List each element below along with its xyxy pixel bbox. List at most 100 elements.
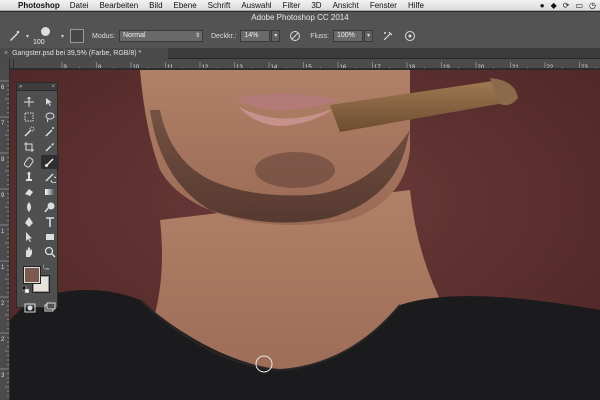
app-menu[interactable]: Photoshop [18, 1, 60, 10]
options-bar: Adobe Photoshop CC 2014 ▾ 100 ▾ Modus: N… [0, 12, 600, 48]
window-title: Adobe Photoshop CC 2014 [251, 13, 349, 22]
horizontal-ruler-ticks: 9 8 10 11 12 13 14 15 16 17 18 19 20 21 22 23 [61, 62, 598, 69]
brush-panel-toggle-icon[interactable] [70, 29, 85, 43]
vertical-ruler[interactable]: 6 7 8 9 1 1 2 2 3 [0, 59, 10, 400]
ruler-label: 12 [202, 65, 209, 69]
ruler-label: 13 [236, 65, 243, 69]
marquee-tool-icon[interactable] [20, 110, 38, 124]
airbrush-icon[interactable] [381, 29, 395, 43]
menu-bearbeiten[interactable]: Bearbeiten [99, 1, 138, 10]
flow-label: Fluss: [310, 32, 329, 40]
zoom-tool-icon[interactable] [41, 245, 59, 259]
menu-ebene[interactable]: Ebene [174, 1, 197, 10]
menu-fenster[interactable]: Fenster [370, 1, 397, 10]
display-icon[interactable]: ▭ [575, 1, 583, 10]
opacity-field[interactable]: 14% [240, 30, 271, 42]
chevron-down-icon[interactable]: ▾ [26, 33, 29, 40]
eyedropper-icon[interactable] [41, 140, 59, 154]
default-colors-icon[interactable] [22, 286, 29, 293]
dodge-tool-icon[interactable] [41, 200, 59, 214]
ruler-label: 1 [1, 265, 5, 271]
menu-auswahl[interactable]: Auswahl [241, 1, 271, 10]
ruler-label: 1 [1, 229, 5, 235]
menu-datei[interactable]: Datei [70, 1, 89, 10]
ruler-label: 7 [1, 121, 5, 127]
ruler-label: 14 [271, 65, 278, 69]
pressure-size-icon[interactable] [403, 29, 417, 43]
ruler-label: 20 [478, 65, 485, 69]
menu-hilfe[interactable]: Hilfe [408, 1, 424, 10]
horizontal-ruler[interactable]: 9 8 10 11 12 13 14 15 16 17 18 19 20 21 22 23 [14, 59, 600, 69]
dropbox-icon[interactable]: ◆ [551, 1, 557, 10]
magic-wand-icon[interactable] [41, 125, 59, 139]
pen-tool-icon[interactable] [20, 215, 38, 229]
eraser-icon[interactable] [20, 185, 38, 199]
document-tab[interactable]: × Gangster.psd bei 39,5% (Farbe, RGB/8) * [0, 48, 168, 59]
move-tool-icon[interactable] [20, 95, 38, 109]
swap-colors-icon[interactable]: ⤿ [43, 265, 49, 273]
menu-ansicht[interactable]: Ansicht [333, 1, 359, 10]
brush-tip-icon [41, 27, 51, 36]
canvas-image [10, 70, 600, 400]
ruler-label: 19 [443, 65, 450, 69]
select-arrows-icon: ⇕ [194, 33, 200, 39]
document-canvas[interactable] [10, 70, 600, 400]
hand-tool-icon[interactable] [20, 245, 38, 259]
ruler-label: 8 [1, 157, 5, 163]
ruler-label: 22 [547, 65, 554, 69]
quick-mask-icon[interactable] [23, 301, 38, 315]
ruler-label: 11 [167, 65, 174, 69]
spot-healing-icon[interactable] [20, 155, 38, 169]
artboard-move-icon[interactable] [41, 95, 59, 109]
close-icon[interactable]: × [51, 83, 55, 91]
ruler-label: 2 [1, 301, 5, 307]
opacity-dropdown[interactable]: ▾ [271, 30, 281, 42]
time-machine-icon[interactable]: ◷ [589, 1, 596, 10]
mode-value: Normal [123, 32, 146, 39]
menu-bild[interactable]: Bild [149, 1, 162, 10]
flow-dropdown[interactable]: ▾ [363, 30, 373, 42]
brush-tool-icon[interactable] [41, 155, 59, 169]
status-icon-1[interactable]: ● [540, 1, 545, 10]
pressure-opacity-icon[interactable] [288, 29, 302, 43]
tools-panel-header[interactable]: » × [17, 83, 57, 91]
mode-select[interactable]: Normal ⇕ [119, 30, 203, 42]
rectangle-tool-icon[interactable] [41, 230, 59, 244]
ruler-label: 3 [1, 373, 5, 379]
brush-tool-preset-icon[interactable] [4, 26, 24, 46]
menu-3d[interactable]: 3D [311, 1, 321, 10]
lasso-tool-icon[interactable] [41, 110, 59, 124]
foreground-color-swatch[interactable] [23, 266, 41, 284]
ruler-label: 23 [581, 65, 588, 69]
menu-filter[interactable]: Filter [283, 1, 301, 10]
clone-stamp-icon[interactable] [20, 170, 38, 184]
ruler-label: 8 [98, 65, 102, 69]
mode-label: Modus: [92, 32, 115, 40]
chevron-down-icon[interactable]: ▾ [61, 33, 64, 40]
path-selection-icon[interactable] [20, 230, 38, 244]
sync-icon[interactable]: ⟳ [563, 1, 570, 10]
quick-selection-icon[interactable] [20, 125, 38, 139]
ruler-label: 15 [305, 65, 312, 69]
collapse-icon[interactable]: » [19, 83, 22, 91]
close-icon[interactable]: × [4, 50, 8, 57]
screen-mode-icon[interactable] [43, 301, 58, 315]
opacity-label: Deckkr.: [211, 32, 237, 40]
brush-size-picker[interactable]: 100 [33, 26, 59, 46]
color-swatches: ⤿ [17, 265, 57, 299]
ruler-label: 18 [409, 65, 416, 69]
history-brush-icon[interactable] [41, 170, 59, 184]
blur-tool-icon[interactable] [20, 200, 38, 214]
ruler-label: 2 [1, 337, 5, 343]
type-tool-icon[interactable] [41, 215, 59, 229]
ruler-label: 10 [133, 65, 140, 69]
menu-schrift[interactable]: Schrift [208, 1, 231, 10]
document-tab-bar: × Gangster.psd bei 39,5% (Farbe, RGB/8) * [0, 48, 600, 59]
tools-panel: » × ⤿ [16, 82, 59, 313]
crop-tool-icon[interactable] [20, 140, 38, 154]
gradient-tool-icon[interactable] [41, 185, 59, 199]
ruler-label: 6 [1, 85, 5, 91]
ruler-label: 16 [340, 65, 347, 69]
vertical-ruler-ticks: 6 7 8 9 1 1 2 2 3 [0, 80, 9, 397]
flow-field[interactable]: 100% [332, 30, 363, 42]
